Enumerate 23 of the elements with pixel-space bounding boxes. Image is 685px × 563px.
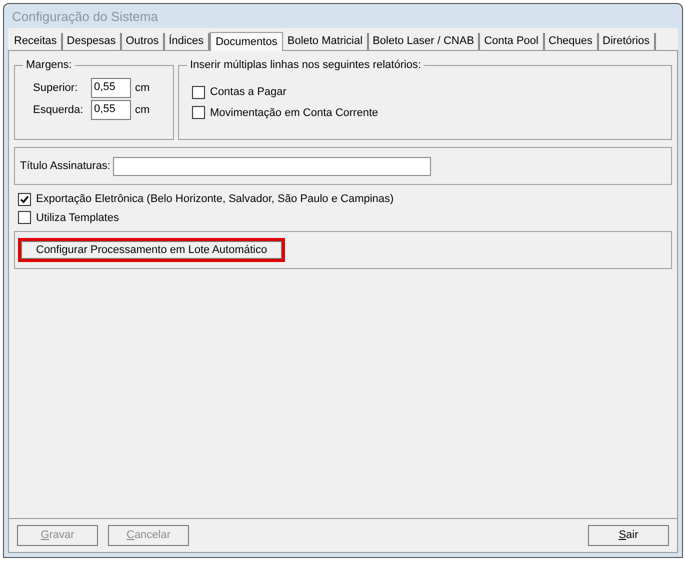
checkbox-label: Utiliza Templates [36, 210, 119, 226]
field-label: Superior: [33, 80, 79, 96]
checkbox-label: Contas a Pagar [210, 85, 286, 100]
tab[interactable]: Documentos [210, 32, 284, 51]
window-title: Configuração do Sistema [11, 8, 159, 26]
field-label: Título Assinaturas: [20, 158, 110, 174]
field-label: Esquerda: [33, 102, 84, 118]
checkbox[interactable] [192, 86, 205, 99]
margin-field[interactable]: 0,55 [91, 100, 131, 120]
checkbox[interactable] [18, 211, 31, 224]
margin-field[interactable]: 0,55 [91, 78, 131, 98]
unit-label: cm [135, 102, 150, 118]
checkbox[interactable] [18, 192, 31, 206]
group-title: Inserir múltiplas linhas nos seguintes relatórios: [187, 57, 424, 73]
unit-label: cm [135, 80, 150, 96]
checkmark-icon [20, 194, 29, 204]
checkbox[interactable] [192, 106, 205, 120]
group-title: Margens: [23, 57, 75, 73]
batch-processing-button[interactable]: Configurar Processamento em Lote Automático [18, 238, 286, 262]
checkbox-label: Exportação Eletrônica (Belo Horizonte, Salvador, São Paulo e Campinas) [36, 192, 394, 207]
signature-title-field[interactable] [112, 156, 430, 176]
footer-button[interactable]: Sair [588, 525, 669, 546]
checkbox-label: Movimentação em Conta Corrente [210, 106, 378, 120]
